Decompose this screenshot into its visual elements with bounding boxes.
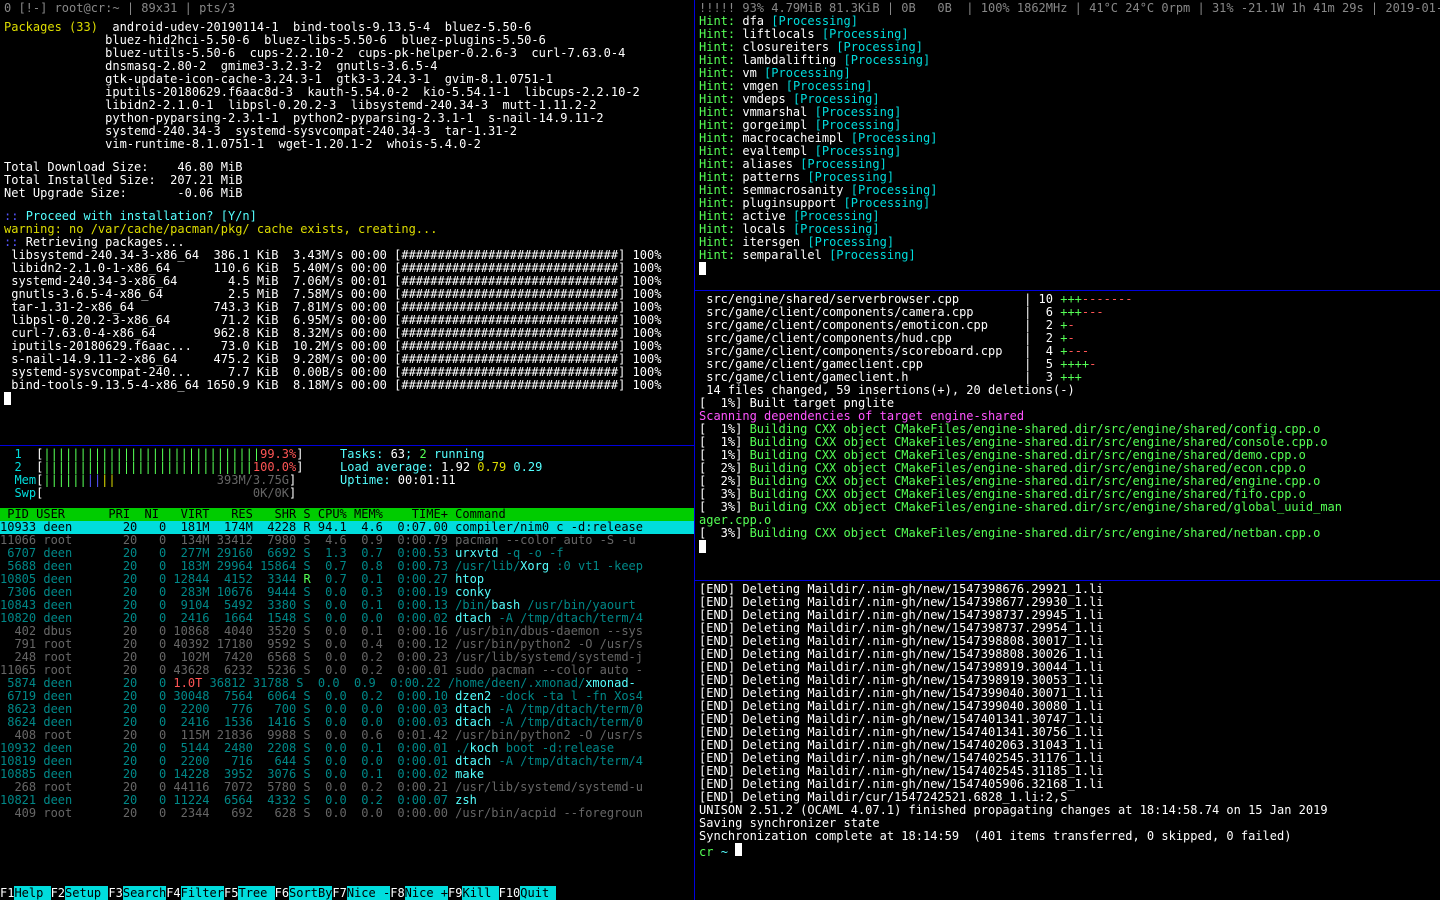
cursor — [699, 262, 706, 275]
window-titlebar: 0 [!-] root@cr:~ | 89x31 | pts/3 — [4, 2, 690, 15]
sync-complete: Synchronization complete at 18:14:59 (40… — [699, 830, 1436, 843]
hint-line: Hint: semparallel [Processing] — [699, 249, 1436, 262]
cursor — [699, 540, 706, 553]
retrieving-label: Retrieving packages... — [26, 235, 185, 249]
download-row: bind-tools-9.13.5-4-x86_64 1650.9 KiB 8.… — [4, 379, 690, 392]
pacman-pane[interactable]: 0 [!-] root@cr:~ | 89x31 | pts/3 Package… — [0, 0, 694, 445]
shell-path: ~ — [721, 845, 728, 859]
build-line: [ 3%] Building CXX object CMakeFiles/eng… — [699, 501, 1436, 514]
process-row[interactable]: 409 root 20 0 2344 692 628 S 0.0 0.0 0:0… — [0, 807, 694, 820]
shell-host: cr — [699, 845, 721, 859]
hints-pane[interactable]: !!!!! 93% 4.79MiB 81.3KiB | 0B 0B | 100%… — [695, 0, 1440, 290]
sync-pane[interactable]: [END] Deleting Maildir/.nim-gh/new/15473… — [695, 580, 1440, 900]
htop-fkeys[interactable]: F1Help F2Setup F3SearchF4FilterF5Tree F6… — [0, 887, 694, 900]
pacman-warning: warning: no /var/cache/pacman/pkg/ cache… — [4, 222, 437, 236]
package-line: vim-runtime-8.1.0751-1 wget-1.20.1-2 who… — [4, 138, 690, 151]
packages-header: Packages (33) — [4, 20, 98, 34]
cursor — [4, 392, 11, 405]
build-pane[interactable]: src/engine/shared/serverbrowser.cpp | 10… — [695, 290, 1440, 580]
install-prompt[interactable]: Proceed with installation? [Y/n] — [26, 209, 257, 223]
cursor[interactable] — [735, 843, 742, 856]
htop-pane[interactable]: 1 [||||||||||||||||||||||||||||||99.3%] … — [0, 445, 694, 900]
